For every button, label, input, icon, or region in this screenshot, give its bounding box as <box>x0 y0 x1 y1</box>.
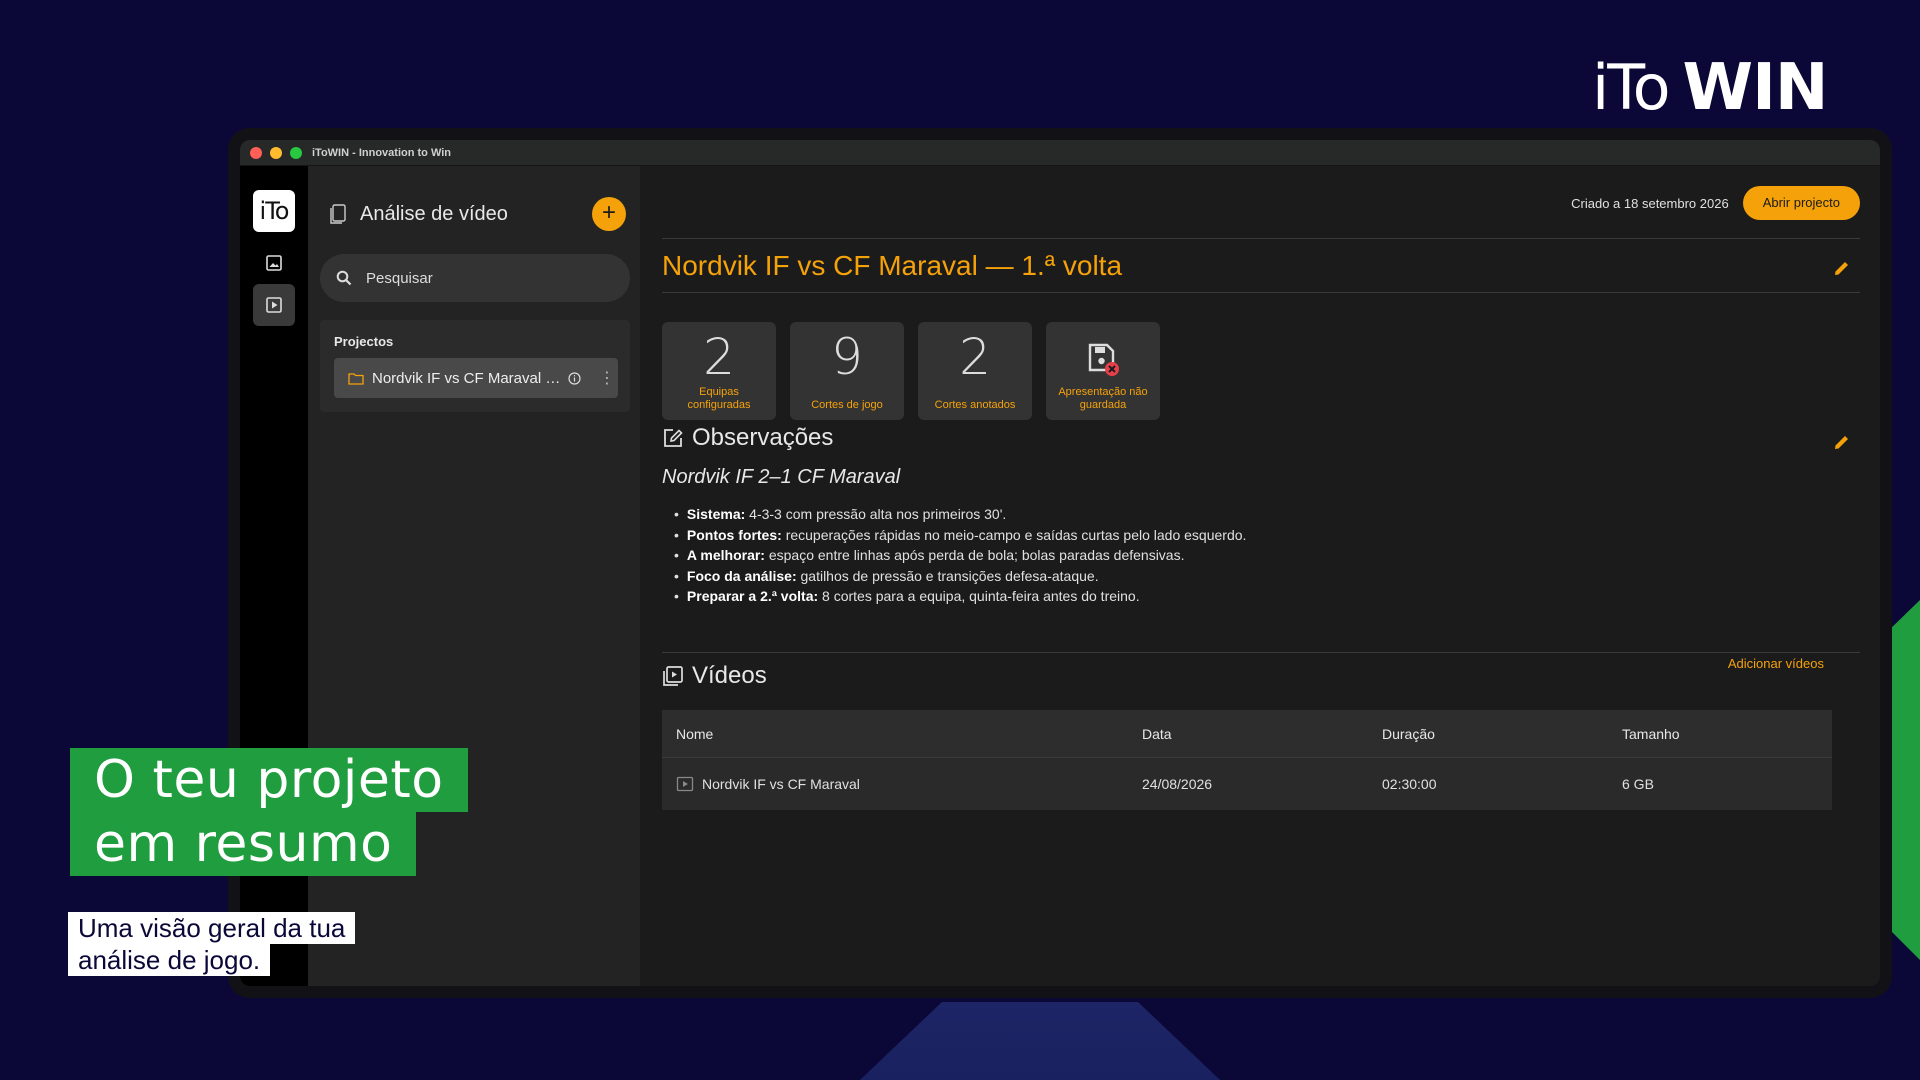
search-input[interactable] <box>366 269 606 287</box>
bullet-label: Pontos fortes: <box>686 526 782 543</box>
bullet-label: Foco da análise: <box>686 567 797 584</box>
rail-images-button[interactable] <box>253 242 295 284</box>
more-options-icon[interactable]: ⋮ <box>599 368 615 388</box>
column-header-duration[interactable]: Duração <box>1382 726 1622 742</box>
stats-row: 2 Equipas configuradas 9 Cortes de jogo … <box>662 322 1160 420</box>
add-project-button[interactable]: + <box>592 197 626 231</box>
table-row[interactable]: Nordvik IF vs CF Maraval 24/08/2026 02:3… <box>662 758 1832 810</box>
videos-heading-text: Vídeos <box>692 662 767 689</box>
video-date: 24/08/2026 <box>1142 776 1213 792</box>
bullet-label: Preparar a 2.ª volta: <box>686 588 819 605</box>
observations-subtitle: Nordvik IF 2–1 CF Maraval <box>662 466 901 488</box>
folder-icon <box>348 372 364 385</box>
stat-card-game-clips[interactable]: 9 Cortes de jogo <box>790 322 904 420</box>
image-icon <box>266 255 282 271</box>
video-size: 6 GB <box>1622 776 1654 792</box>
app-window: iToWIN - Innovation to Win iTo Análise d… <box>240 140 1880 986</box>
search-icon <box>336 270 352 286</box>
info-icon[interactable] <box>568 371 581 385</box>
column-header-date[interactable]: Data <box>1142 726 1382 742</box>
app-logo[interactable]: iTo <box>253 190 295 232</box>
overlay-title-line2: em resumo <box>70 812 417 876</box>
created-date: Criado a 18 setembro 2026 <box>1571 195 1729 211</box>
video-library-icon <box>663 666 683 686</box>
column-header-size[interactable]: Tamanho <box>1622 726 1822 742</box>
project-item-name: Nordvik IF vs CF Maraval — 1.ª volta <box>372 369 562 387</box>
videos-heading: Vídeos <box>662 662 767 690</box>
projects-label: Projectos <box>334 334 394 349</box>
document-icon <box>330 204 346 224</box>
sidebar-header: Análise de vídeo + <box>330 194 626 234</box>
background-shape <box>860 1002 1220 1080</box>
stat-value: 2 <box>959 328 991 386</box>
bullet-text: recuperações rápidas no meio-campo e saí… <box>785 526 1247 543</box>
open-project-button[interactable]: Abrir projecto <box>1742 186 1860 220</box>
video-duration: 02:30:00 <box>1382 776 1437 792</box>
observations-heading-text: Observações <box>692 424 834 451</box>
overlay-title-line1: O teu projeto <box>70 748 468 812</box>
videos-table: Nome Data Duração Tamanho Nordvik IF vs … <box>662 710 1832 810</box>
project-item[interactable]: Nordvik IF vs CF Maraval — 1.ª volta ⋮ <box>334 358 618 398</box>
bullet-text: 4-3-3 com pressão alta nos primeiros 30'… <box>749 506 1007 522</box>
maximize-window-button[interactable] <box>290 146 302 159</box>
overlay-subtitle-line1: Uma visão geral da tua <box>68 912 356 944</box>
stat-label: Cortes de jogo <box>811 399 883 411</box>
divider <box>662 238 1860 239</box>
projects-panel: Projectos Nordvik IF vs CF Maraval — 1.ª… <box>320 320 630 412</box>
video-name: Nordvik IF vs CF Maraval <box>702 776 860 792</box>
list-item: Foco da análise: gatilhos de pressão e t… <box>674 566 1246 587</box>
brand-logo-ito: iTo <box>1592 51 1670 124</box>
observations-list: Sistema: 4-3-3 com pressão alta nos prim… <box>674 504 1247 607</box>
close-window-button[interactable] <box>250 146 262 159</box>
main-content: Criado a 18 setembro 2026 Abrir projecto… <box>640 166 1880 986</box>
sidebar-title: Análise de vídeo <box>360 202 508 225</box>
project-title: Nordvik IF vs CF Maraval — 1.ª volta <box>662 250 1123 281</box>
table-header: Nome Data Duração Tamanho <box>662 710 1832 758</box>
divider <box>662 652 1860 653</box>
bullet-text: gatilhos de pressão e transições defesa-… <box>800 567 1099 584</box>
overlay-subtitle-line2: análise de jogo. <box>68 944 271 976</box>
bullet-label: Sistema: <box>686 506 746 522</box>
minimize-window-button[interactable] <box>270 146 282 159</box>
rail-video-analysis-button[interactable] <box>253 284 295 326</box>
stat-label: Cortes anotados <box>934 399 1016 411</box>
unsaved-presentation-icon <box>1088 343 1119 376</box>
brand-logo-win: WIN <box>1682 51 1829 125</box>
window-title: iToWIN - Innovation to Win <box>312 146 451 159</box>
video-file-icon <box>676 776 694 792</box>
window-titlebar: iToWIN - Innovation to Win <box>240 140 1880 166</box>
list-item: Preparar a 2.ª volta: 8 cortes para a eq… <box>674 586 1246 607</box>
brand-logo: iTo WIN <box>1592 51 1829 125</box>
stat-value: 9 <box>831 328 863 386</box>
stat-card-presentation[interactable]: Apresentação não guardada <box>1046 322 1160 420</box>
video-name-cell: Nordvik IF vs CF Maraval <box>662 775 1142 793</box>
stat-card-teams[interactable]: 2 Equipas configuradas <box>662 322 776 420</box>
stat-label: Apresentação não guardada <box>1058 386 1148 411</box>
video-icon <box>266 297 282 313</box>
divider <box>662 292 1860 293</box>
add-videos-link[interactable]: Adicionar vídeos <box>1728 656 1824 671</box>
list-item: Sistema: 4-3-3 com pressão alta nos prim… <box>674 504 1246 525</box>
edit-title-icon[interactable] <box>1832 258 1852 278</box>
project-top-bar: Criado a 18 setembro 2026 Abrir projecto <box>1571 186 1860 220</box>
search-box[interactable] <box>320 254 630 302</box>
list-item: Pontos fortes: recuperações rápidas no m… <box>674 525 1247 546</box>
column-header-name[interactable]: Nome <box>662 726 1142 742</box>
bullet-text: espaço entre linhas após perda de bola; … <box>768 547 1185 564</box>
stat-card-annotated-clips[interactable]: 2 Cortes anotados <box>918 322 1032 420</box>
edit-observations-icon[interactable] <box>1832 432 1852 452</box>
bullet-label: A melhorar: <box>686 547 765 564</box>
stat-label: Equipas configuradas <box>687 386 751 411</box>
observations-heading: Observações <box>662 424 833 452</box>
edit-note-icon <box>664 429 683 447</box>
bullet-text: 8 cortes para a equipa, quinta-feira ant… <box>822 588 1140 605</box>
list-item: A melhorar: espaço entre linhas após per… <box>674 545 1246 566</box>
stat-value: 2 <box>703 328 735 386</box>
